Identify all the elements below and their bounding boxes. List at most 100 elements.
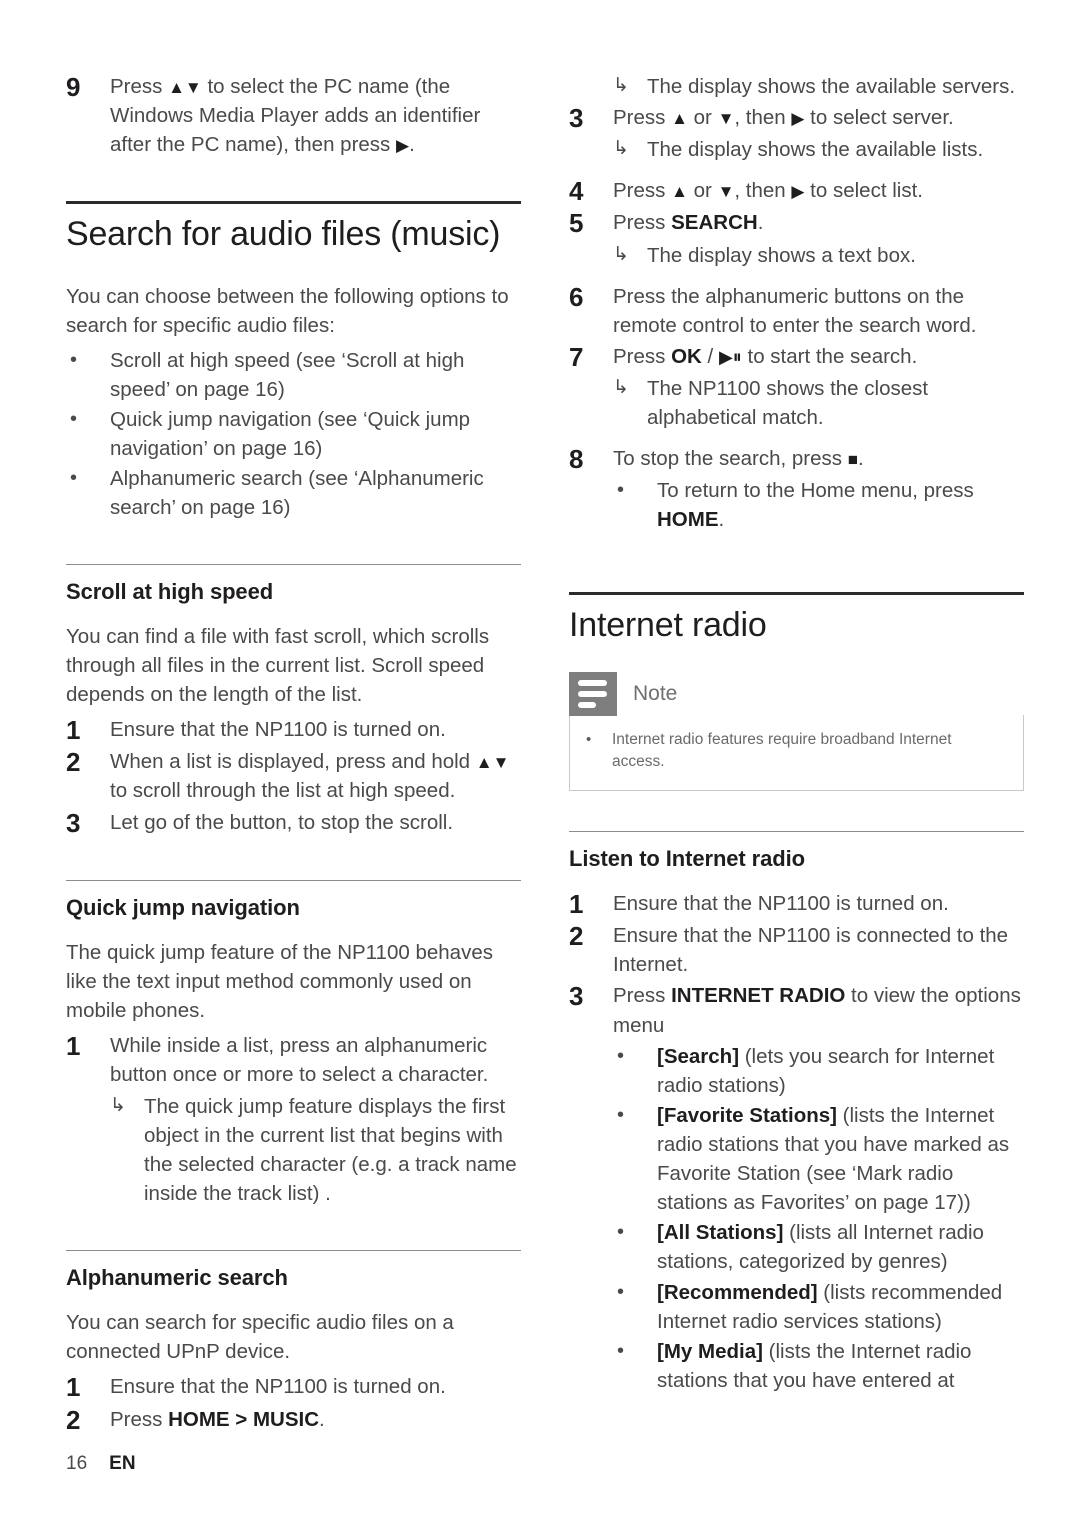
step-text: Let go of the button, to stop the scroll… xyxy=(110,810,454,834)
step-number: 1 xyxy=(66,1031,81,1062)
scroll-step-2: 2 When a list is displayed, press and ho… xyxy=(66,747,521,805)
section-title-internet-radio: Internet radio xyxy=(569,605,767,644)
subsection-title-scroll: Scroll at high speed xyxy=(66,578,274,604)
step-number: 2 xyxy=(66,1404,81,1435)
page-number: 16 xyxy=(66,1453,88,1474)
step-text-after: . xyxy=(858,447,864,471)
page-title: Search for audio files (music) xyxy=(66,215,501,254)
step-text-after: . xyxy=(409,133,415,157)
step-text-before: Press xyxy=(613,106,672,130)
alphanumeric-intro: You can search for specific audio files … xyxy=(66,1311,454,1364)
step-number: 2 xyxy=(66,747,81,778)
listen-step-1: 1 Ensure that the NP1100 is turned on. xyxy=(569,889,1024,919)
step-number: 3 xyxy=(569,103,584,134)
option-text: [My Media] (lists the Internet radio sta… xyxy=(657,1337,1024,1395)
step-5: 5 Press SEARCH. xyxy=(569,208,1024,238)
bullet-icon: • xyxy=(617,479,625,502)
alphanumeric-step-2: 2 Press HOME > MUSIC. xyxy=(66,1405,521,1435)
page-footer: 16 EN xyxy=(66,1453,136,1475)
step-7: 7 Press OK / ▶⏸ to start the search. xyxy=(569,342,1024,372)
step-text: Press HOME > MUSIC. xyxy=(110,1405,521,1434)
step-number: 1 xyxy=(569,889,584,920)
bullet-icon: • xyxy=(586,730,592,748)
button-label-search: SEARCH xyxy=(671,211,758,235)
step-number: 5 xyxy=(569,208,584,239)
subsection-rule xyxy=(66,879,521,881)
step-3-result: ↳ The display shows the available lists. xyxy=(569,135,1024,164)
step-text-slash: / xyxy=(701,344,719,368)
option-text: [All Stations] (lists all Internet radio… xyxy=(657,1218,1024,1276)
menu-option-label: [Recommended] xyxy=(657,1280,818,1304)
bullet-text: To return to the Home menu, press HOME. xyxy=(657,476,1024,534)
step-text-before: When a list is displayed, press and hold xyxy=(110,750,476,774)
alphanumeric-step-1: 1 Ensure that the NP1100 is turned on. xyxy=(66,1372,521,1402)
right-column: ↳ The display shows the available server… xyxy=(569,72,1024,1396)
step-text-after: to select server. xyxy=(804,106,954,130)
note-box: Note • Internet radio features require b… xyxy=(569,671,1024,791)
option-bullet-quickjump: • Quick jump navigation (see ‘Quick jump… xyxy=(66,405,521,463)
button-label-internet-radio: INTERNET RADIO xyxy=(671,984,846,1008)
subsection-title-quickjump: Quick jump navigation xyxy=(66,894,300,920)
step-text-before: Press xyxy=(110,75,169,98)
step-number: 9 xyxy=(66,72,81,102)
radio-option-search: • [Search] (lets you search for Internet… xyxy=(569,1042,1024,1100)
note-icon xyxy=(569,671,617,716)
radio-option-favorite-stations: • [Favorite Stations] (lists the Interne… xyxy=(569,1101,1024,1217)
step-text-then: , then xyxy=(734,179,792,203)
step-3: 3 Press ▲ or ▼, then ▶ to select server. xyxy=(569,103,1024,133)
step-text-after: to start the search. xyxy=(741,344,918,368)
option-bullet-alphanumeric: • Alphanumeric search (see ‘Alphanumeric… xyxy=(66,464,521,522)
subsection-rule xyxy=(569,830,1024,832)
step-4: 4 Press ▲ or ▼, then ▶ to select list. xyxy=(569,176,1024,206)
step-number: 7 xyxy=(569,341,584,372)
play-pause-icon: ▶⏸ xyxy=(718,346,742,367)
bullet-text-before: To return to the Home menu, press xyxy=(657,479,974,503)
step-text: Ensure that the NP1100 is connected to t… xyxy=(613,924,1009,977)
step-text-after: to select list. xyxy=(804,179,923,203)
right-arrow-icon: ▶ xyxy=(791,109,805,129)
scroll-step-3: 3 Let go of the button, to stop the scro… xyxy=(66,808,521,838)
quickjump-intro: The quick jump feature of the NP1100 beh… xyxy=(66,940,493,1023)
result-text: The display shows the available lists. xyxy=(647,138,984,162)
subsection-rule xyxy=(66,1249,521,1251)
down-arrow-icon: ▼ xyxy=(717,109,735,129)
step-text: Ensure that the NP1100 is turned on. xyxy=(110,718,446,742)
result-text: The display shows a text box. xyxy=(647,243,916,267)
step-7-result: ↳ The NP1100 shows the closest alphabeti… xyxy=(569,374,1024,432)
note-body: • Internet radio features require broadb… xyxy=(569,714,1024,791)
step-text: Press ▲ or ▼, then ▶ to select server. xyxy=(613,103,1024,132)
right-arrow-icon: ▶ xyxy=(396,136,410,156)
up-arrow-icon: ▲ xyxy=(671,182,688,202)
option-text: Quick jump navigation (see ‘Quick jump n… xyxy=(110,408,471,461)
result-arrow-icon: ↳ xyxy=(613,243,629,265)
step-8-bullet: • To return to the Home menu, press HOME… xyxy=(569,476,1024,534)
step-number: 4 xyxy=(569,176,584,207)
step-text: Press INTERNET RADIO to view the options… xyxy=(613,981,1024,1039)
result-servers: ↳ The display shows the available server… xyxy=(569,72,1024,101)
step-text: Press ▲ or ▼, then ▶ to select list. xyxy=(613,176,1024,205)
step-text-before: Press xyxy=(613,179,672,203)
note-text: Internet radio features require broadban… xyxy=(612,730,952,771)
step-5-result: ↳ The display shows a text box. xyxy=(569,241,1024,270)
step-8: 8 To stop the search, press ■. xyxy=(569,444,1024,474)
step-text-before: Press xyxy=(613,344,672,368)
result-text: The NP1100 shows the closest alphabetica… xyxy=(647,376,929,430)
step-number: 6 xyxy=(569,281,584,312)
step-text-after: to scroll through the list at high speed… xyxy=(110,779,456,803)
stop-icon: ■ xyxy=(847,450,859,470)
bullet-icon: • xyxy=(617,1339,625,1362)
step-number: 1 xyxy=(66,715,81,746)
button-label-home-music: HOME > MUSIC xyxy=(168,1407,320,1431)
bullet-icon: • xyxy=(70,348,78,371)
option-text: [Search] (lets you search for Internet r… xyxy=(657,1042,1024,1100)
step-text: Press the alphanumeric buttons on the re… xyxy=(613,284,977,337)
two-column-layout: 9 Press ▲▼ to select the PC name (the Wi… xyxy=(66,72,1030,1437)
step-text: Ensure that the NP1100 is turned on. xyxy=(613,892,949,916)
listen-step-3: 3 Press INTERNET RADIO to view the optio… xyxy=(569,981,1024,1039)
radio-option-my-media: • [My Media] (lists the Internet radio s… xyxy=(569,1337,1024,1395)
